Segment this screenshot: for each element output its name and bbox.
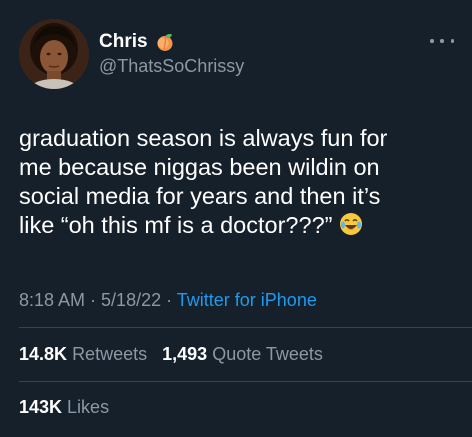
- meta-separator: ·: [161, 290, 177, 310]
- likes-count: 143K: [19, 397, 63, 417]
- likes-stat[interactable]: 143K Likes: [19, 397, 109, 417]
- retweets-count: 14.8K: [19, 344, 68, 364]
- author-name-row[interactable]: Chris: [99, 31, 175, 53]
- likes-label: Likes: [67, 397, 110, 417]
- tweet-text-line: like “oh this mf is a doctor???”: [19, 212, 333, 238]
- quote-tweets-stat[interactable]: 1,493 Quote Tweets: [162, 344, 323, 364]
- tweet-text: graduation season is always fun for me b…: [19, 124, 459, 240]
- display-name[interactable]: Chris: [99, 31, 148, 53]
- divider: [19, 327, 472, 328]
- retweets-label: Retweets: [72, 344, 148, 364]
- tweet-text-line: graduation season is always fun for: [19, 125, 388, 151]
- author-handle[interactable]: @ThatsSoChrissy: [99, 56, 244, 77]
- tweet-card: Chris @ThatsSoChrissy graduation season …: [0, 0, 472, 437]
- retweets-stat[interactable]: 14.8K Retweets: [19, 344, 147, 364]
- quote-tweets-count: 1,493: [162, 344, 208, 364]
- meta-separator: ·: [85, 290, 102, 310]
- divider: [19, 381, 472, 382]
- avatar[interactable]: [19, 19, 89, 89]
- peach-icon: [155, 32, 175, 52]
- tweet-text-line-last: like “oh this mf is a doctor???”: [19, 211, 459, 240]
- tweet-time[interactable]: 8:18 AM: [19, 290, 85, 310]
- tweet-meta: 8:18 AM · 5/18/22 · Twitter for iPhone: [19, 290, 317, 311]
- tweet-text-line: me because niggas been wildin on: [19, 154, 380, 180]
- engagement-stats-row: 14.8K Retweets 1,493 Quote Tweets: [19, 344, 323, 365]
- laughing-crying-icon: [338, 211, 364, 237]
- tweet-date[interactable]: 5/18/22: [101, 290, 161, 310]
- tweet-text-line: social media for years and then it’s: [19, 183, 381, 209]
- quote-tweets-label: Quote Tweets: [212, 344, 323, 364]
- more-options-icon[interactable]: [430, 36, 454, 46]
- tweet-source-link[interactable]: Twitter for iPhone: [177, 290, 317, 310]
- likes-stats-row: 143K Likes: [19, 397, 109, 418]
